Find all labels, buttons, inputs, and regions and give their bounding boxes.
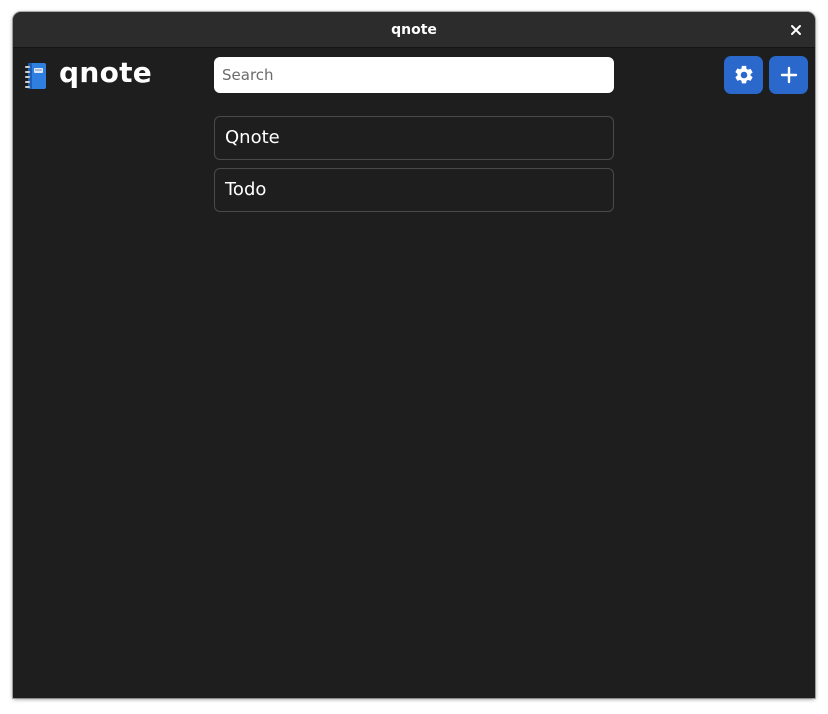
note-item-todo[interactable]: Todo	[214, 168, 614, 212]
note-list: Qnote Todo	[214, 116, 614, 220]
app-window: qnote qnote Search Qnote Todo	[13, 12, 815, 698]
window-title: qnote	[391, 22, 437, 38]
titlebar[interactable]: qnote	[13, 12, 815, 48]
notebook-icon	[25, 62, 47, 90]
close-icon	[791, 25, 801, 35]
settings-button[interactable]	[724, 56, 763, 94]
close-button[interactable]	[785, 19, 807, 41]
add-note-button[interactable]	[769, 56, 808, 94]
plus-icon	[780, 66, 797, 84]
search-input[interactable]	[214, 57, 614, 93]
note-item-qnote[interactable]: Qnote	[214, 116, 614, 160]
app-title: qnote	[59, 56, 153, 89]
gear-icon	[734, 65, 753, 84]
